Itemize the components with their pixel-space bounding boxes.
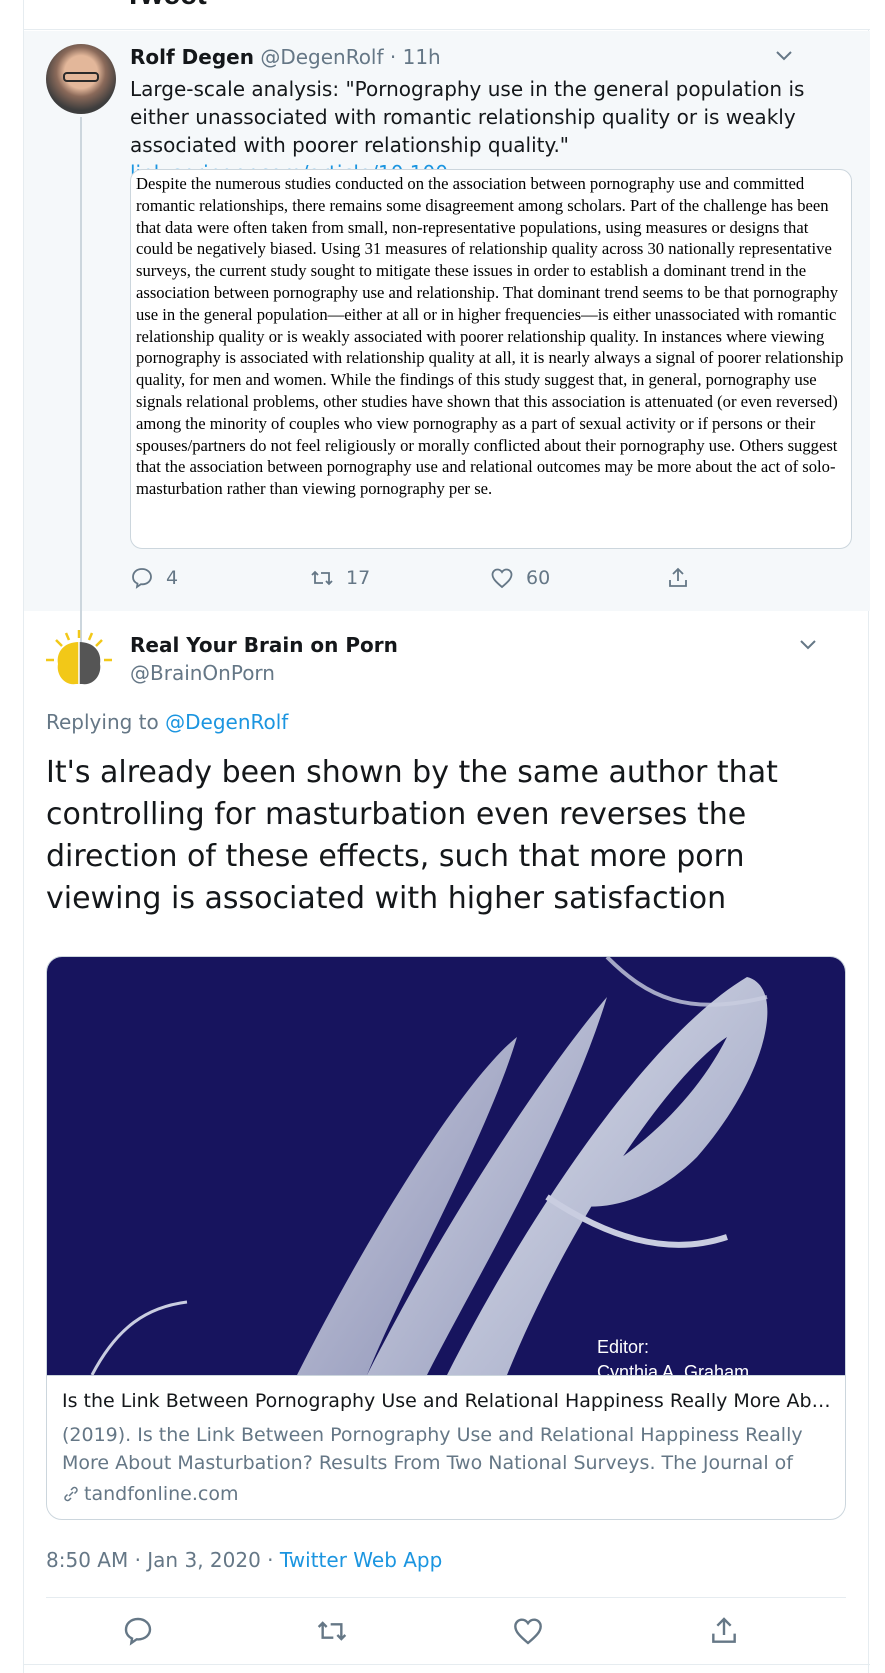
chevron-down-icon[interactable] xyxy=(800,640,816,650)
card-description: (2019). Is the Link Between Pornography … xyxy=(62,1424,803,1474)
reply-icon xyxy=(132,568,152,589)
card-image: Editor: Cynthia A. Graham xyxy=(47,957,845,1375)
tweet-body: Large-scale analysis: "Pornography use i… xyxy=(130,77,805,157)
card-editor-name: Cynthia A. Graham xyxy=(597,1362,750,1375)
reply-tweet-actions xyxy=(46,1615,846,1647)
share-button[interactable] xyxy=(666,563,690,593)
author-name[interactable]: Rolf Degen xyxy=(130,45,254,69)
avatar-glasses xyxy=(63,72,99,82)
timeline-column: Tweet Rolf Degen @DegenRolf · 11h Large-… xyxy=(23,0,870,1673)
reply-text: It's already been shown by the same auth… xyxy=(46,755,778,916)
share-icon[interactable] xyxy=(708,1615,740,1647)
journal-cover-art xyxy=(90,957,768,1375)
abstract-text: Despite the numerous studies conducted o… xyxy=(136,174,844,499)
tweet-actions: 4 17 60 xyxy=(130,563,830,593)
reply-button[interactable]: 4 xyxy=(130,563,178,593)
chevron-down-icon[interactable] xyxy=(776,51,792,61)
replying-prefix: Replying to xyxy=(46,710,159,734)
page-header: Tweet xyxy=(24,0,870,30)
divider xyxy=(46,1597,846,1598)
tweet-time[interactable]: · 11h xyxy=(390,45,441,69)
retweet-button[interactable]: 17 xyxy=(310,563,370,593)
card-title: Is the Link Between Pornography Use and … xyxy=(62,1390,832,1412)
card-domain-text: tandfonline.com xyxy=(84,1483,239,1505)
like-icon[interactable] xyxy=(512,1615,544,1647)
via-app[interactable]: Twitter Web App xyxy=(280,1548,442,1572)
reply-author-name[interactable]: Real Your Brain on Porn xyxy=(130,633,398,657)
parent-tweet[interactable]: Rolf Degen @DegenRolf · 11h Large-scale … xyxy=(24,31,870,647)
card-domain: tandfonline.com xyxy=(62,1483,238,1505)
reply-icon[interactable] xyxy=(122,1615,154,1647)
link-icon xyxy=(64,1486,78,1502)
link-card[interactable]: Editor: Cynthia A. Graham Is the Link Be… xyxy=(46,956,846,1520)
card-body: Is the Link Between Pornography Use and … xyxy=(47,1375,845,1519)
card-editor-label: Editor: xyxy=(597,1337,650,1357)
tweet-timestamp: 8:50 AM · Jan 3, 2020 · Twitter Web App xyxy=(46,1548,442,1572)
author-handle[interactable]: @DegenRolf xyxy=(260,45,383,69)
author-row: Rolf Degen @DegenRolf · 11h xyxy=(130,45,441,69)
divider xyxy=(24,1664,870,1665)
reply-author-handle[interactable]: @BrainOnPorn xyxy=(130,661,275,685)
thread-line xyxy=(80,117,82,647)
page-title: Tweet xyxy=(124,0,207,12)
brain-avatar[interactable] xyxy=(44,628,114,698)
retweet-icon xyxy=(311,570,333,586)
like-button[interactable]: 60 xyxy=(490,563,550,593)
share-icon xyxy=(669,567,687,587)
abstract-image[interactable]: Despite the numerous studies conducted o… xyxy=(130,169,852,549)
retweet-icon[interactable] xyxy=(316,1615,348,1647)
replying-to: Replying to @DegenRolf xyxy=(46,710,288,734)
like-icon xyxy=(491,568,513,589)
retweet-count: 17 xyxy=(346,567,371,589)
avatar[interactable] xyxy=(46,44,116,114)
replying-handle[interactable]: @DegenRolf xyxy=(165,710,288,734)
like-count: 60 xyxy=(526,567,551,589)
reply-count: 4 xyxy=(166,567,179,589)
timestamp-text[interactable]: 8:50 AM · Jan 3, 2020 · xyxy=(46,1548,280,1572)
